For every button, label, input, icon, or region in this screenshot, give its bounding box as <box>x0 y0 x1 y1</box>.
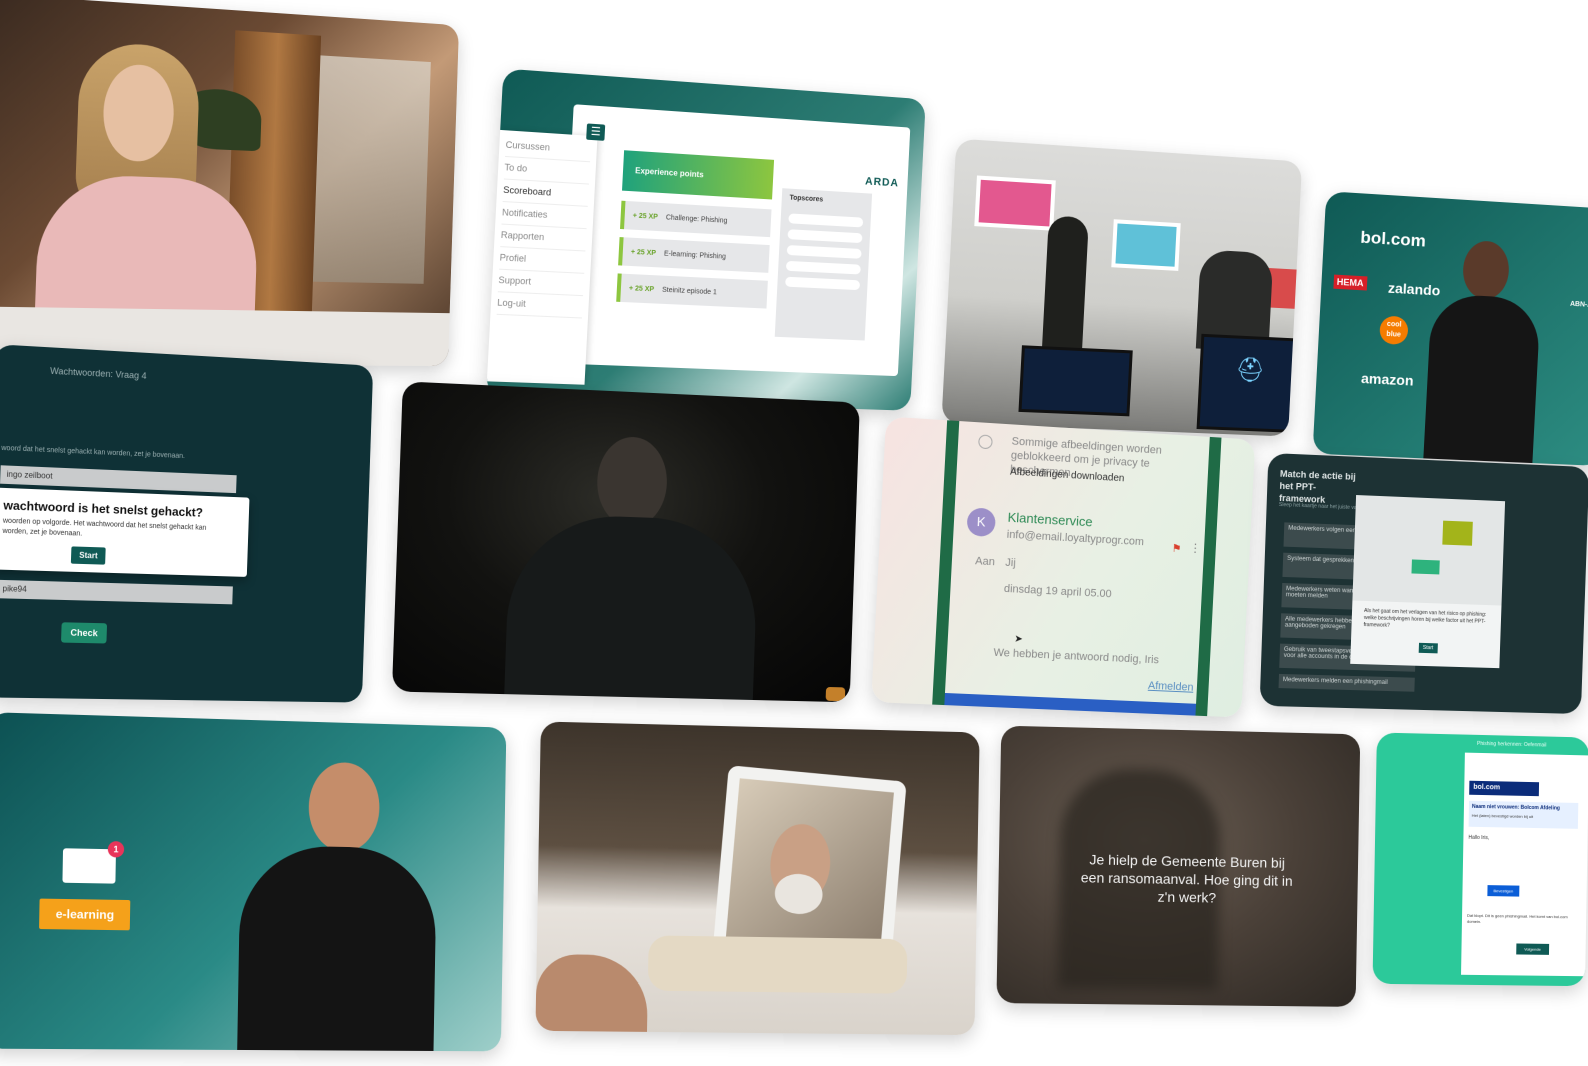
modal-text: Als het gaat om het verlagen van het ris… <box>1363 607 1487 629</box>
to-value: Jij <box>1004 556 1017 570</box>
hamburger-icon[interactable]: ☰ <box>586 123 606 141</box>
brand-logo: cool blue <box>1379 315 1409 346</box>
blue-artwork <box>1111 219 1181 271</box>
notification-badge: 1 <box>107 841 125 858</box>
unsubscribe-link[interactable]: Afmelden <box>1148 680 1194 694</box>
dashboard-sidebar: Cursussen To do Scoreboard Notificaties … <box>486 129 598 385</box>
match-item[interactable]: Medewerkers melden een phishingmail <box>1278 673 1415 692</box>
pink-artwork <box>974 175 1056 231</box>
bol-logo: bol.com <box>1469 780 1540 797</box>
helmet-icon: ⛑ <box>1234 356 1266 385</box>
dashboard-thumb[interactable]: Cursussen To do Scoreboard Notificaties … <box>486 68 926 411</box>
video-thumb-woman-interview[interactable] <box>0 0 460 367</box>
sender-email: info@email.loyaltyprogr.com <box>1006 528 1145 549</box>
confirm-button[interactable]: Bevestigen <box>1487 885 1520 897</box>
mail-thumb[interactable]: Sommige afbeeldingen worden geblokkeerd … <box>871 416 1256 718</box>
tablet-stand <box>647 935 908 994</box>
quiz-header: Wachtwoorden: Vraag 4 <box>49 365 147 381</box>
phone-edge <box>932 420 960 706</box>
xp-item: + 25 XP E-learning: Phishing <box>618 237 770 273</box>
score-line <box>785 276 861 291</box>
info-icon <box>978 434 993 450</box>
answer-row[interactable]: pike94 <box>0 579 233 605</box>
greeting: Hallo Iris, <box>1468 834 1490 842</box>
window-light <box>312 55 431 284</box>
mail-envelope-icon <box>62 848 116 884</box>
flag-icon[interactable]: ⚑ <box>1171 542 1181 555</box>
sender-name: Klantenservice <box>1007 509 1093 530</box>
score-line <box>788 213 864 228</box>
brand-logo: HEMA <box>1333 274 1367 291</box>
mail-body: We hebben je antwoord nodig, Iris <box>993 646 1160 667</box>
avatar: K <box>966 507 997 538</box>
caption-text: Je hielp de Gemeente Buren bij een ranso… <box>1080 851 1293 906</box>
video-thumb-tablet-call[interactable] <box>535 721 980 1036</box>
brand-logo: ABN-AMRO <box>1569 300 1588 310</box>
glass <box>825 686 846 702</box>
brand-logo: bol.com <box>1359 227 1427 251</box>
quiz-instruction: woord dat het snelst gehackt kan worden,… <box>1 444 186 461</box>
feedback-text: Dat klopt. Dit is geen phishingmail. Het… <box>1466 912 1568 925</box>
brand-logo: amazon <box>1360 369 1414 389</box>
video-thumb-dark-man[interactable] <box>391 381 860 703</box>
green-card <box>1442 520 1473 546</box>
score-line <box>786 245 862 259</box>
brand-logo: zalando <box>1387 279 1441 299</box>
phone-bottom-bar <box>944 692 1197 716</box>
mail-banner: Naam niet vrouwen: Bolcom Afdeling Het (… <box>1468 800 1579 829</box>
presenter-body <box>236 844 437 1052</box>
hand-card <box>1411 559 1440 575</box>
check-button[interactable]: Check <box>60 622 108 644</box>
to-label: Aan <box>974 555 996 569</box>
quiz-thumb[interactable]: Wachtwoorden: Vraag 4 woord dat het snel… <box>0 344 374 703</box>
score-line <box>787 229 863 244</box>
quiz-modal: wachtwoord is het snelst gehackt? woorde… <box>0 487 250 577</box>
man-body <box>503 512 759 703</box>
match-title: Match de actie bij het PPT-framework <box>1278 468 1356 505</box>
video-thumb-elearning[interactable]: 1 e-learning <box>0 712 507 1052</box>
training-header: Phishing herkennen: Oefenmail <box>1476 740 1547 749</box>
more-icon[interactable]: ⋮ <box>1189 541 1201 555</box>
match-modal: Als het gaat om het verlagen van het ris… <box>1350 495 1506 669</box>
score-line <box>785 260 861 275</box>
mail-date: dinsdag 19 april 05.00 <box>1003 582 1112 601</box>
phone-edge <box>1195 436 1222 717</box>
man-head <box>595 435 669 529</box>
arda-logo: ARDA <box>864 175 900 190</box>
presenter-head <box>308 761 381 853</box>
tablet-screen <box>725 778 894 957</box>
topscores-panel: Topscores <box>774 188 873 341</box>
xp-item: + 25 XP Steinitz episode 1 <box>616 273 768 309</box>
monitor <box>1018 345 1133 417</box>
video-thumb-office-room[interactable]: ⛑ <box>941 138 1303 437</box>
phishing-mail-thumb[interactable]: Phishing herkennen: Oefenmail bol.com Na… <box>1372 732 1588 987</box>
presenter-head <box>1461 239 1511 301</box>
next-button[interactable]: Volgende <box>1516 943 1549 955</box>
cursor-icon: ➤ <box>1014 633 1024 646</box>
email-panel: bol.com Naam niet vrouwen: Bolcom Afdeli… <box>1461 752 1588 977</box>
video-thumb-caption[interactable]: Je hielp de Gemeente Buren bij een ranso… <box>996 725 1361 1007</box>
hand <box>535 953 649 1036</box>
match-thumb[interactable]: Match de actie bij het PPT-framework Sle… <box>1259 452 1588 715</box>
menu-item[interactable]: Log-uit <box>496 292 584 319</box>
presenter-body <box>1423 293 1541 467</box>
video-thumb-brands[interactable]: bol.com HEMA zalando cool blue amazon AB… <box>1312 191 1588 467</box>
elearning-badge: e-learning <box>39 898 131 931</box>
start-button[interactable]: Start <box>1418 642 1438 654</box>
banner-sub: Het (laten) bevestigd worden bij uit <box>1471 812 1534 820</box>
start-button[interactable]: Start <box>70 546 106 565</box>
xp-list: + 25 XP Challenge: Phishing + 25 XP E-lear… <box>616 200 772 317</box>
modal-illustration <box>1352 495 1506 606</box>
